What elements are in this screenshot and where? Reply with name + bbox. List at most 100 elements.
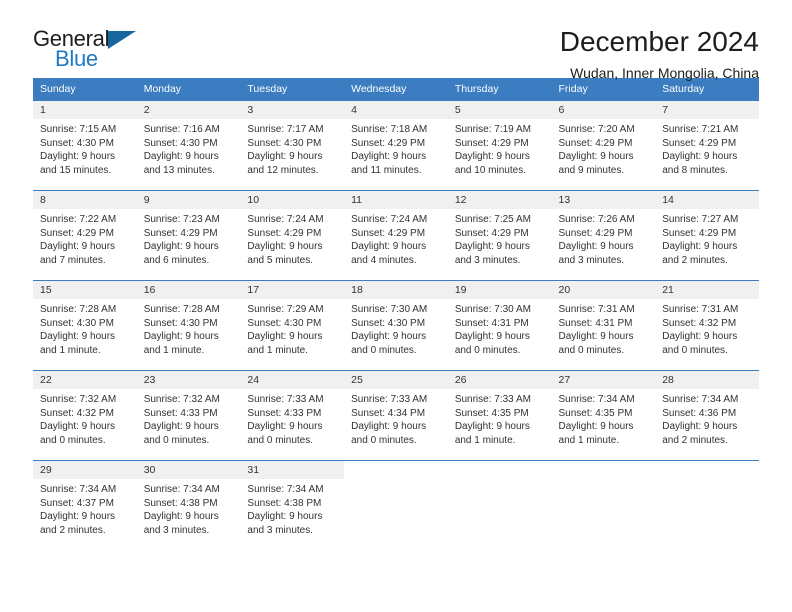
day-details: Sunrise: 7:24 AM Sunset: 4:29 PM Daylight:… [240,209,344,267]
day-number: 3 [240,101,345,119]
day-cell[interactable]: 24 Sunrise: 7:33 AM Sunset: 4:33 PM Dayligh… [240,370,345,460]
day-cell[interactable]: 4 Sunrise: 7:18 AM Sunset: 4:29 PM Daylight… [344,100,448,190]
sunrise-text: Sunrise: 7:27 AM [662,214,739,225]
weekday-header-tuesday: Tuesday [240,78,345,100]
week-row: 15 Sunrise: 7:28 AM Sunset: 4:30 PM Dayligh… [33,280,759,370]
daylight-text-line2: and 1 minute. [247,344,309,356]
day-cell[interactable]: 21 Sunrise: 7:31 AM Sunset: 4:32 PM Dayligh… [655,280,759,370]
daylight-text-line1: Daylight: 9 hours [558,151,634,162]
day-cell[interactable]: 16 Sunrise: 7:28 AM Sunset: 4:30 PM Dayligh… [136,280,241,370]
day-cell[interactable]: 13 Sunrise: 7:26 AM Sunset: 4:29 PM Dayligh… [551,190,656,280]
sunrise-text: Sunrise: 7:24 AM [351,214,428,225]
sunset-text: Sunset: 4:30 PM [143,317,218,329]
weekday-header-wednesday: Wednesday [344,78,448,100]
day-number [448,461,552,479]
daylight-text-line2: and 6 minutes. [143,254,210,266]
day-details: Sunrise: 7:26 AM Sunset: 4:29 PM Daylight:… [552,209,656,267]
day-cell[interactable]: 12 Sunrise: 7:25 AM Sunset: 4:29 PM Dayligh… [447,190,552,280]
day-details: Sunrise: 7:27 AM Sunset: 4:29 PM Daylight:… [655,209,759,267]
sunrise-sunset-calendar: Sunday Monday Tuesday Wednesday Thursday… [33,78,759,550]
sunrise-text: Sunrise: 7:28 AM [143,304,220,315]
day-cell[interactable]: 19 Sunrise: 7:30 AM Sunset: 4:31 PM Dayligh… [447,280,552,370]
sunset-text: Sunset: 4:38 PM [247,497,322,509]
day-cell-empty [655,460,759,550]
sunrise-text: Sunrise: 7:33 AM [247,394,324,405]
day-cell[interactable]: 28 Sunrise: 7:34 AM Sunset: 4:36 PM Dayligh… [655,370,759,460]
sunrise-text: Sunrise: 7:29 AM [247,304,324,315]
sunset-text: Sunset: 4:29 PM [247,227,322,239]
day-cell[interactable]: 2 Sunrise: 7:16 AM Sunset: 4:30 PM Daylight… [136,100,241,190]
day-cell[interactable]: 26 Sunrise: 7:33 AM Sunset: 4:35 PM Dayligh… [447,370,552,460]
day-cell-empty [447,460,552,550]
day-cell[interactable]: 29 Sunrise: 7:34 AM Sunset: 4:37 PM Dayligh… [33,460,137,550]
day-cell[interactable]: 14 Sunrise: 7:27 AM Sunset: 4:29 PM Dayligh… [655,190,759,280]
day-number: 5 [447,101,552,119]
day-cell[interactable]: 11 Sunrise: 7:24 AM Sunset: 4:29 PM Dayligh… [344,190,448,280]
daylight-text-line2: and 0 minutes. [247,434,314,446]
daylight-text-line1: Daylight: 9 hours [40,151,116,162]
day-cell[interactable]: 6 Sunrise: 7:20 AM Sunset: 4:29 PM Daylight… [551,100,656,190]
general-blue-logo[interactable]: General Blue [33,26,153,74]
daylight-text-line1: Daylight: 9 hours [247,511,323,522]
sunrise-text: Sunrise: 7:31 AM [558,304,635,315]
day-cell[interactable]: 25 Sunrise: 7:33 AM Sunset: 4:34 PM Dayligh… [344,370,448,460]
day-number: 9 [136,191,241,209]
sunrise-text: Sunrise: 7:16 AM [143,124,220,135]
day-cell[interactable]: 30 Sunrise: 7:34 AM Sunset: 4:38 PM Dayligh… [136,460,241,550]
sunset-text: Sunset: 4:29 PM [558,137,633,149]
daylight-text-line2: and 0 minutes. [143,434,210,446]
day-cell[interactable]: 5 Sunrise: 7:19 AM Sunset: 4:29 PM Daylight… [447,100,552,190]
week-row: 1 Sunrise: 7:15 AM Sunset: 4:30 PM Daylight… [33,100,759,190]
day-details: Sunrise: 7:32 AM Sunset: 4:33 PM Daylight:… [137,389,241,447]
page-subtitle: Wudan, Inner Mongolia, China [570,65,759,82]
sunrise-text: Sunrise: 7:34 AM [143,484,220,495]
day-cell[interactable]: 31 Sunrise: 7:34 AM Sunset: 4:38 PM Dayligh… [240,460,345,550]
daylight-text-line2: and 0 minutes. [454,344,521,356]
daylight-text-line2: and 1 minute. [558,434,620,446]
sunrise-text: Sunrise: 7:34 AM [558,394,635,405]
day-cell[interactable]: 10 Sunrise: 7:24 AM Sunset: 4:29 PM Dayligh… [240,190,345,280]
daylight-text-line2: and 9 minutes. [558,164,625,176]
daylight-text-line1: Daylight: 9 hours [558,421,634,432]
daylight-text-line2: and 3 minutes. [558,254,625,266]
daylight-text-line1: Daylight: 9 hours [143,511,219,522]
day-number: 7 [655,101,759,119]
logo-text-blue: Blue [55,46,98,71]
day-number: 6 [551,101,656,119]
weekday-header-row: Sunday Monday Tuesday Wednesday Thursday… [33,78,759,100]
day-cell[interactable]: 17 Sunrise: 7:29 AM Sunset: 4:30 PM Dayligh… [240,280,345,370]
day-cell[interactable]: 8 Sunrise: 7:22 AM Sunset: 4:29 PM Daylight… [33,190,137,280]
day-details: Sunrise: 7:21 AM Sunset: 4:29 PM Daylight:… [655,119,759,177]
day-cell[interactable]: 23 Sunrise: 7:32 AM Sunset: 4:33 PM Dayligh… [136,370,241,460]
daylight-text-line2: and 10 minutes. [454,164,526,176]
day-cell[interactable]: 1 Sunrise: 7:15 AM Sunset: 4:30 PM Daylight… [33,100,137,190]
daylight-text-line1: Daylight: 9 hours [40,241,116,252]
daylight-text-line2: and 12 minutes. [247,164,319,176]
day-cell[interactable]: 7 Sunrise: 7:21 AM Sunset: 4:29 PM Daylight… [655,100,759,190]
sunset-text: Sunset: 4:31 PM [558,317,633,329]
day-cell[interactable]: 22 Sunrise: 7:32 AM Sunset: 4:32 PM Dayligh… [33,370,137,460]
daylight-text-line2: and 5 minutes. [247,254,314,266]
day-cell[interactable]: 20 Sunrise: 7:31 AM Sunset: 4:31 PM Dayligh… [551,280,656,370]
daylight-text-line1: Daylight: 9 hours [662,241,738,252]
day-details: Sunrise: 7:31 AM Sunset: 4:31 PM Daylight:… [552,299,656,357]
day-cell[interactable]: 3 Sunrise: 7:17 AM Sunset: 4:30 PM Daylight… [240,100,345,190]
day-cell[interactable]: 18 Sunrise: 7:30 AM Sunset: 4:30 PM Dayligh… [344,280,448,370]
sunset-text: Sunset: 4:30 PM [247,137,322,149]
day-number: 15 [33,281,137,299]
day-cell[interactable]: 27 Sunrise: 7:34 AM Sunset: 4:35 PM Dayligh… [551,370,656,460]
sunrise-text: Sunrise: 7:32 AM [143,394,220,405]
day-cell[interactable]: 9 Sunrise: 7:23 AM Sunset: 4:29 PM Daylight… [136,190,241,280]
sunrise-text: Sunrise: 7:30 AM [351,304,428,315]
daylight-text-line1: Daylight: 9 hours [662,151,738,162]
day-details: Sunrise: 7:34 AM Sunset: 4:38 PM Daylight:… [137,479,241,537]
sunrise-text: Sunrise: 7:20 AM [558,124,635,135]
sunrise-text: Sunrise: 7:19 AM [454,124,531,135]
daylight-text-line2: and 2 minutes. [40,524,106,536]
day-cell[interactable]: 15 Sunrise: 7:28 AM Sunset: 4:30 PM Dayligh… [33,280,137,370]
sunset-text: Sunset: 4:30 PM [351,317,426,329]
sunrise-text: Sunrise: 7:28 AM [40,304,117,315]
day-number: 30 [136,461,241,479]
sunset-text: Sunset: 4:29 PM [558,227,633,239]
daylight-text-line1: Daylight: 9 hours [454,331,530,342]
